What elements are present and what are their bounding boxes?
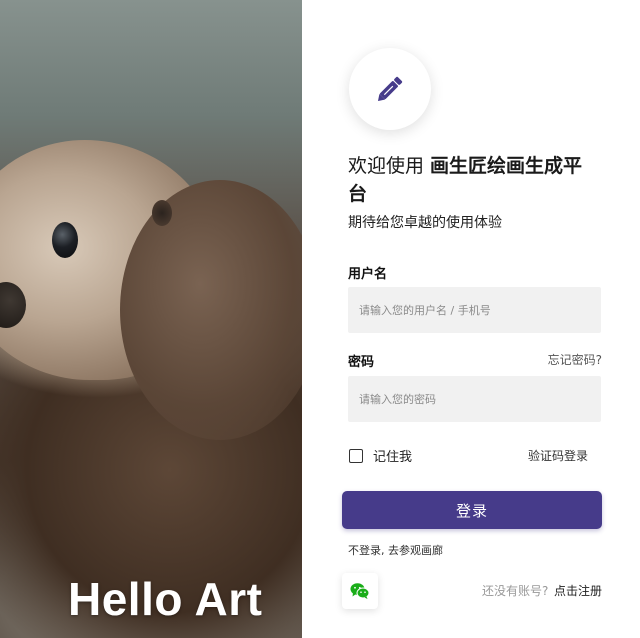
remember-me-label: 记住我 xyxy=(373,450,413,465)
otter-body-fur xyxy=(120,180,302,440)
wechat-icon xyxy=(350,583,370,599)
welcome-subtitle: 期待给您卓越的使用体验 xyxy=(348,215,502,231)
no-account-text: 还没有账号? xyxy=(482,584,549,598)
username-label: 用户名 xyxy=(348,267,388,282)
otter-ear xyxy=(152,200,172,226)
logo-badge xyxy=(349,48,431,130)
code-login-link[interactable]: 验证码登录 xyxy=(528,447,588,464)
login-button[interactable]: 登录 xyxy=(342,491,602,529)
hero-image: Hello Art xyxy=(0,0,302,638)
register-link[interactable]: 点击注册 xyxy=(554,582,602,599)
password-label: 密码 xyxy=(348,355,375,370)
forgot-password-link[interactable]: 忘记密码? xyxy=(548,351,602,368)
welcome-heading: 欢迎使用 画生匠绘画生成平台 xyxy=(348,152,598,208)
login-panel: 欢迎使用 画生匠绘画生成平台 期待给您卓越的使用体验 用户名 密码 忘记密码? … xyxy=(302,0,640,638)
hero-title: Hello Art xyxy=(68,573,263,625)
remember-me-checkbox[interactable] xyxy=(349,448,363,463)
password-input[interactable] xyxy=(348,376,601,422)
welcome-prefix: 欢迎使用 xyxy=(348,155,431,177)
wechat-login-button[interactable] xyxy=(342,573,378,609)
otter-eye xyxy=(52,222,78,258)
guest-gallery-link[interactable]: 不登录, 去参观画廊 xyxy=(348,542,443,558)
remember-me-toggle[interactable]: 记住我 xyxy=(349,446,412,465)
username-input[interactable] xyxy=(348,287,601,333)
pen-icon xyxy=(377,76,403,102)
